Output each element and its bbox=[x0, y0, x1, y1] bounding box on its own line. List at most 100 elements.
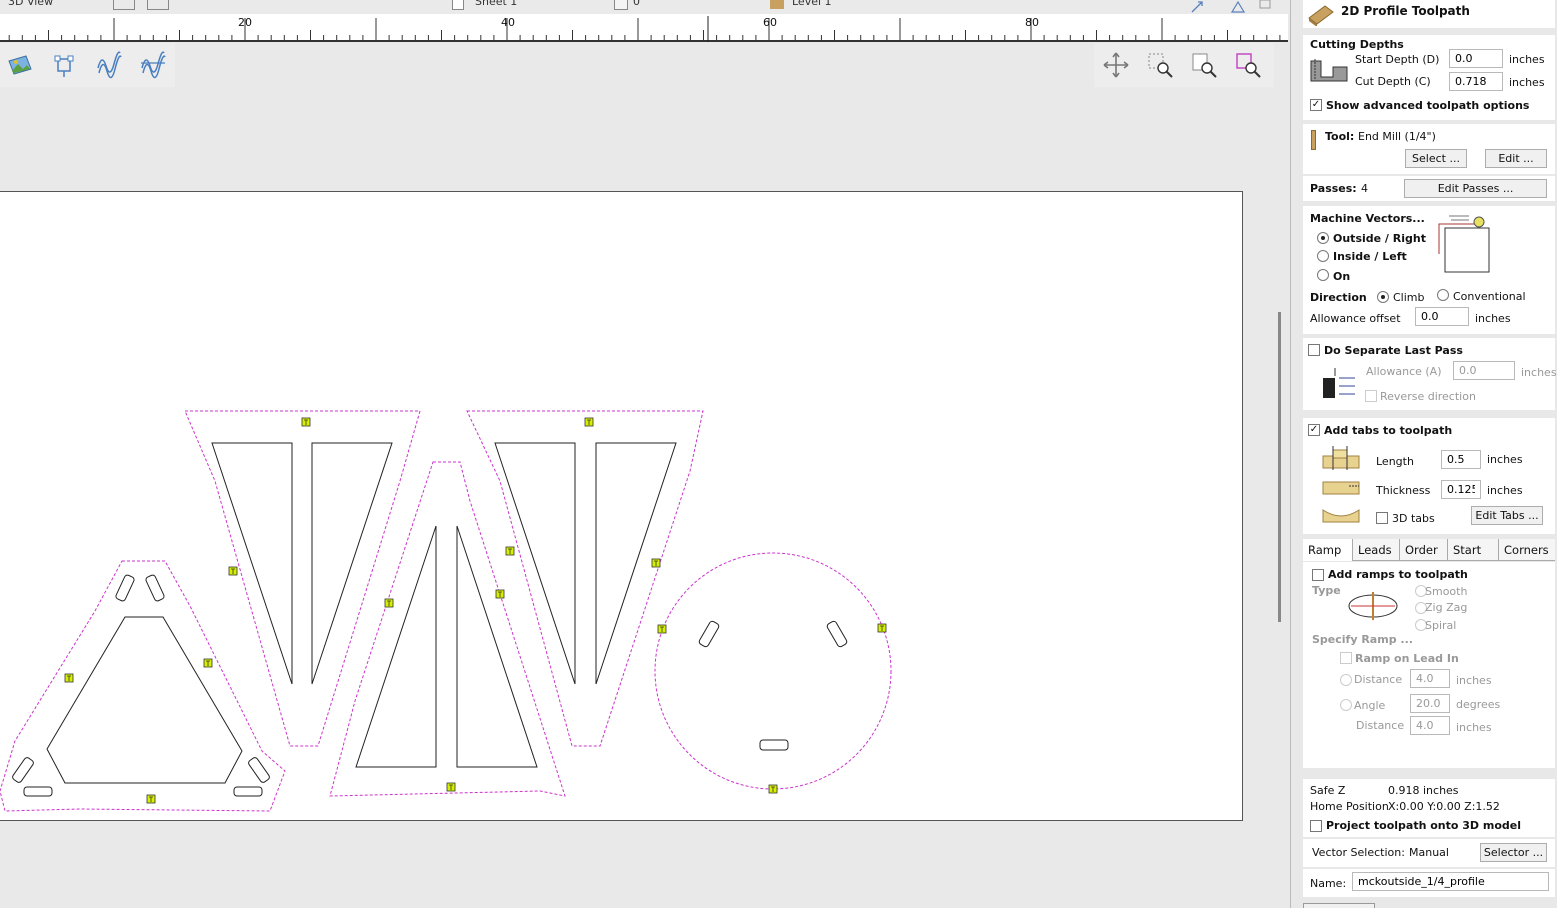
add-ramps-checkbox[interactable] bbox=[1312, 569, 1324, 581]
outside-right-label: Outside / Right bbox=[1333, 232, 1426, 245]
vector-selection-section: Vector Selection: Manual Selector ... bbox=[1303, 839, 1555, 867]
tab-thickness-input[interactable] bbox=[1441, 480, 1481, 499]
vector-selection-value: Manual bbox=[1409, 846, 1449, 859]
snap-tools-icon[interactable] bbox=[1188, 0, 1278, 14]
machine-outside-diagram-icon bbox=[1438, 215, 1490, 273]
project-toolpath-label: Project toolpath onto 3D model bbox=[1326, 819, 1522, 832]
render-view-icon[interactable] bbox=[6, 51, 34, 79]
zoom-selected-icon[interactable] bbox=[1234, 51, 1262, 79]
separate-allowance-input[interactable] bbox=[1453, 361, 1515, 380]
cutting-depths-section: Cutting Depths Start Depth (D) inches Cu… bbox=[1303, 35, 1555, 120]
zoom-box-icon[interactable] bbox=[1146, 51, 1174, 79]
tabs-section: ✓ Add tabs to toolpath Length inches Thi… bbox=[1303, 418, 1555, 534]
inside-left-radio[interactable] bbox=[1317, 250, 1329, 262]
machine-vectors-heading: Machine Vectors... bbox=[1310, 212, 1425, 225]
name-section: Name: bbox=[1303, 869, 1555, 897]
tab-thickness-label: Thickness bbox=[1376, 484, 1431, 497]
drawing-vectors[interactable] bbox=[0, 192, 1243, 822]
wedge-part-right bbox=[466, 410, 704, 747]
tabs-3d-checkbox[interactable] bbox=[1376, 512, 1388, 524]
advanced-options-checkbox[interactable]: ✓ bbox=[1310, 99, 1322, 111]
ramp-distance-label: Distance bbox=[1354, 673, 1403, 686]
vector-selection-label: Vector Selection: bbox=[1312, 846, 1405, 859]
conventional-radio[interactable] bbox=[1437, 289, 1449, 301]
cut-depth-input[interactable] bbox=[1449, 72, 1503, 91]
ramp-distance-units: inches bbox=[1456, 674, 1492, 687]
allowance-offset-units: inches bbox=[1475, 312, 1511, 325]
toolpath-name-input[interactable] bbox=[1352, 872, 1549, 891]
drawing-canvas[interactable] bbox=[0, 191, 1243, 821]
safe-z-section: Safe Z 0.918 inches Home Position X:0.00… bbox=[1303, 779, 1555, 837]
edit-tabs-button[interactable]: Edit Tabs ... bbox=[1471, 506, 1543, 525]
view-label[interactable]: 3D View bbox=[8, 0, 53, 8]
tab-order[interactable]: Order bbox=[1400, 539, 1448, 561]
tool-name: End Mill (1/4") bbox=[1358, 130, 1436, 143]
zoom-extents-icon[interactable] bbox=[1190, 51, 1218, 79]
tool-select-button[interactable]: Select ... bbox=[1405, 149, 1467, 168]
advanced-options-label: Show advanced toolpath options bbox=[1326, 99, 1530, 112]
vertical-scrollbar[interactable] bbox=[1278, 312, 1281, 622]
ramp-diagram-icon bbox=[1348, 592, 1398, 620]
safe-z-value: 0.918 inches bbox=[1388, 784, 1459, 797]
add-tabs-label: Add tabs to toolpath bbox=[1324, 424, 1453, 437]
tab-corners[interactable]: Corners bbox=[1499, 539, 1555, 561]
ramp-angle-input[interactable] bbox=[1410, 694, 1450, 713]
ramp-angle-units: degrees bbox=[1456, 698, 1501, 711]
tab-start-at[interactable]: Start At bbox=[1448, 539, 1499, 579]
pan-icon[interactable] bbox=[1102, 51, 1130, 79]
home-position-label: Home Position bbox=[1310, 800, 1389, 813]
separate-pass-section: Do Separate Last Pass Allowance (A) inch… bbox=[1303, 338, 1557, 410]
ramp-distance2-label: Distance bbox=[1356, 719, 1405, 732]
separate-last-pass-checkbox[interactable] bbox=[1308, 344, 1320, 356]
ramp-distance-input[interactable] bbox=[1410, 669, 1450, 688]
tab-ramp[interactable]: Ramp bbox=[1303, 539, 1353, 561]
tool-section: Tool: End Mill (1/4") Select ... Edit ..… bbox=[1303, 124, 1555, 174]
end-mill-icon bbox=[1311, 130, 1316, 150]
toolpath-wave-icon[interactable] bbox=[95, 51, 123, 79]
tab-markers bbox=[64, 417, 887, 804]
zoom-toolbar bbox=[1094, 43, 1274, 87]
reverse-direction-checkbox[interactable] bbox=[1365, 390, 1377, 402]
climb-radio[interactable] bbox=[1377, 291, 1389, 303]
layout-single-icon[interactable] bbox=[113, 0, 135, 10]
start-depth-input[interactable] bbox=[1449, 49, 1503, 68]
project-toolpath-checkbox[interactable] bbox=[1310, 820, 1322, 832]
panel-header: 2D Profile Toolpath bbox=[1303, 0, 1555, 28]
tab-length-input[interactable] bbox=[1441, 450, 1481, 469]
ramp-distance-radio[interactable] bbox=[1340, 674, 1352, 686]
outside-right-radio[interactable] bbox=[1317, 232, 1329, 244]
horizontal-ruler: 20 40 60 80 bbox=[0, 14, 1288, 42]
level-label[interactable]: Level 1 bbox=[792, 0, 832, 8]
node-edit-icon[interactable] bbox=[51, 51, 79, 79]
add-tabs-checkbox[interactable]: ✓ bbox=[1308, 424, 1320, 436]
depth-diagram-icon bbox=[1310, 59, 1348, 82]
toolpath-multi-icon[interactable] bbox=[139, 51, 167, 79]
tabs-3d-label: 3D tabs bbox=[1392, 512, 1435, 525]
ramp-angle-label: Angle bbox=[1354, 699, 1386, 712]
tab-3d-icon bbox=[1322, 509, 1360, 523]
selector-button[interactable]: Selector ... bbox=[1480, 843, 1547, 862]
ramp-angle-radio[interactable] bbox=[1340, 699, 1352, 711]
on-radio[interactable] bbox=[1317, 269, 1329, 281]
ramp-distance2-input[interactable] bbox=[1410, 716, 1450, 735]
tab-leads[interactable]: Leads bbox=[1353, 539, 1400, 561]
sheet-icon bbox=[452, 0, 464, 10]
layout-split-icon[interactable] bbox=[147, 0, 169, 10]
calculate-button-edge[interactable] bbox=[1303, 903, 1375, 908]
start-depth-label: Start Depth (D) bbox=[1355, 53, 1440, 66]
ramp-spiral-label: Spiral bbox=[1425, 619, 1457, 632]
ramp-lead-in-checkbox[interactable] bbox=[1340, 652, 1352, 664]
options-tabbar: Ramp Leads Order Start At Corners bbox=[1303, 539, 1555, 579]
top-toolbar: 3D View Sheet 1 0 Level 1 bbox=[0, 0, 1290, 14]
sheet-label[interactable]: Sheet 1 bbox=[475, 0, 517, 8]
allowance-offset-input[interactable] bbox=[1415, 307, 1469, 326]
add-ramps-label: Add ramps to toolpath bbox=[1328, 568, 1468, 581]
ruler-label: 60 bbox=[763, 16, 777, 29]
reverse-direction-label: Reverse direction bbox=[1380, 390, 1476, 403]
ramp-type-label: Type bbox=[1312, 584, 1341, 597]
tool-edit-button[interactable]: Edit ... bbox=[1485, 149, 1547, 168]
edit-passes-button[interactable]: Edit Passes ... bbox=[1404, 179, 1547, 198]
view-toolbar bbox=[0, 43, 175, 87]
passes-section: Passes: 4 Edit Passes ... bbox=[1303, 176, 1555, 201]
ruler-label: 40 bbox=[501, 16, 515, 29]
